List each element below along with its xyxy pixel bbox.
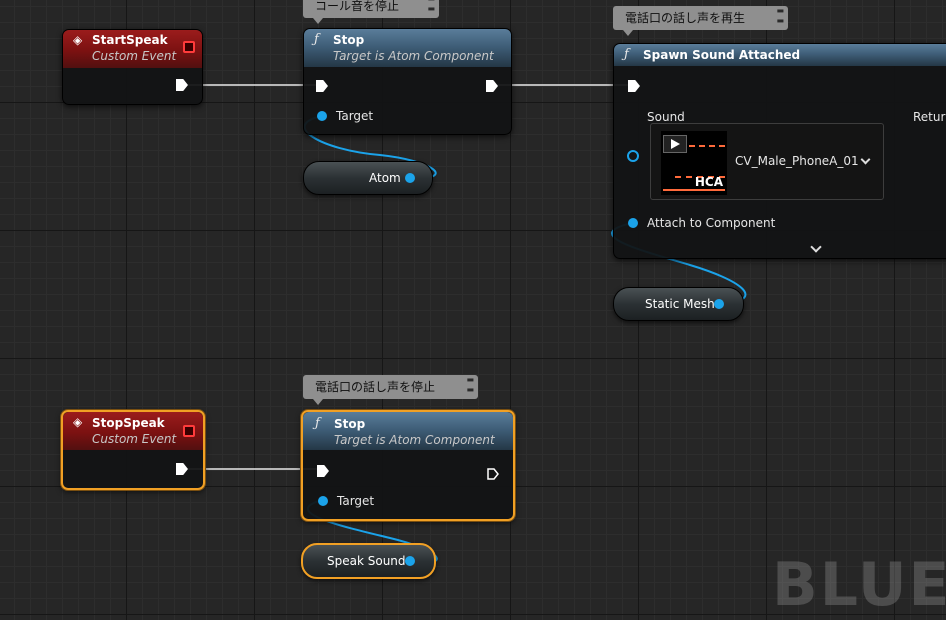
variable-out-pin[interactable] [405,556,415,566]
function-icon: ƒ [624,47,629,62]
function-icon: ƒ [315,416,320,431]
exec-in-pin[interactable] [316,80,328,92]
node-subtitle: Target is Atom Component [333,49,494,63]
pin-icon[interactable]: ▬▬ [466,375,474,395]
stop-speak-event-node[interactable]: ◈ StopSpeak Custom Event [61,410,205,490]
blueprint-watermark: BLUEPRINT [772,550,946,620]
sound-label: Sound [647,110,685,124]
start-speak-event-node[interactable]: ◈ StartSpeak Custom Event [62,29,203,105]
node-title: Stop [333,33,365,47]
exec-out-pin[interactable] [486,80,498,92]
variable-out-pin[interactable] [405,173,415,183]
event-subtitle: Custom Event [92,432,177,446]
asset-name: CV_Male_PhoneA_01 [735,154,859,168]
return-label: Return [913,110,946,124]
variable-label: Speak Sound [327,554,406,568]
target-pin[interactable] [318,496,328,506]
advanced-expand-icon[interactable] [810,241,822,253]
sound-thumbnail: HCA [661,131,727,195]
target-label: Target [337,494,375,508]
variable-out-pin[interactable] [714,299,724,309]
stop-node-2[interactable]: ƒ Stop Target is Atom Component Target [301,410,515,521]
atom-variable-node[interactable]: Atom [303,161,433,195]
play-icon[interactable] [663,135,687,153]
node-title: Stop [334,417,366,431]
exec-in-pin[interactable] [628,80,640,92]
variable-label: Static Mesh [645,297,715,311]
exec-out-pin[interactable] [176,79,188,91]
asset-format-label: HCA [694,175,723,189]
event-diamond-icon: ◈ [73,415,83,429]
comment-text: コール音を停止 [315,0,400,13]
waveform-line [689,145,725,147]
comment-tail [623,30,633,36]
comment-tail [313,399,323,405]
sound-pin[interactable] [627,150,639,162]
attach-pin[interactable] [628,218,638,228]
comment-text: 電話口の話し声を停止 [315,380,436,394]
comment-stop-voice[interactable]: 電話口の話し声を停止 ▬ ▬ [303,375,478,405]
exec-out-pin[interactable] [176,463,188,475]
stop-node-1[interactable]: ƒ Stop Target is Atom Component Target [303,28,512,135]
exec-in-pin[interactable] [317,465,329,477]
event-subtitle: Custom Event [92,49,177,63]
event-diamond-icon: ◈ [73,33,83,47]
exec-out-pin-unconnected[interactable] [487,465,499,480]
delegate-pin[interactable] [183,41,195,53]
event-title: StartSpeak [92,33,168,47]
target-pin[interactable] [317,111,327,121]
sound-asset-picker[interactable]: HCA CV_Male_PhoneA_01 [650,123,884,200]
function-icon: ƒ [314,32,319,47]
pin-icon[interactable]: ▬▬ [776,6,784,26]
static-mesh-variable-node[interactable]: Static Mesh [613,287,744,321]
exec-outline-icon [487,468,499,480]
event-title: StopSpeak [92,416,165,430]
waveform-baseline [663,189,725,191]
variable-label: Atom [369,171,401,185]
comment-text: 電話口の話し声を再生 [625,11,746,25]
delegate-pin[interactable] [183,425,195,437]
comment-stop-call[interactable]: コール音を停止 ▬▬ [303,0,439,24]
attach-label: Attach to Component [647,216,776,230]
node-title: Spawn Sound Attached [643,48,801,62]
comment-tail [313,18,323,24]
speak-sound-variable-node[interactable]: Speak Sound [301,543,436,579]
chevron-down-icon[interactable] [860,154,871,165]
target-label: Target [336,109,374,123]
comment-play-voice[interactable]: 電話口の話し声を再生 ▬ ▬ [613,6,788,36]
pin-icon[interactable]: ▬▬ [427,0,435,14]
node-subtitle: Target is Atom Component [334,433,495,447]
